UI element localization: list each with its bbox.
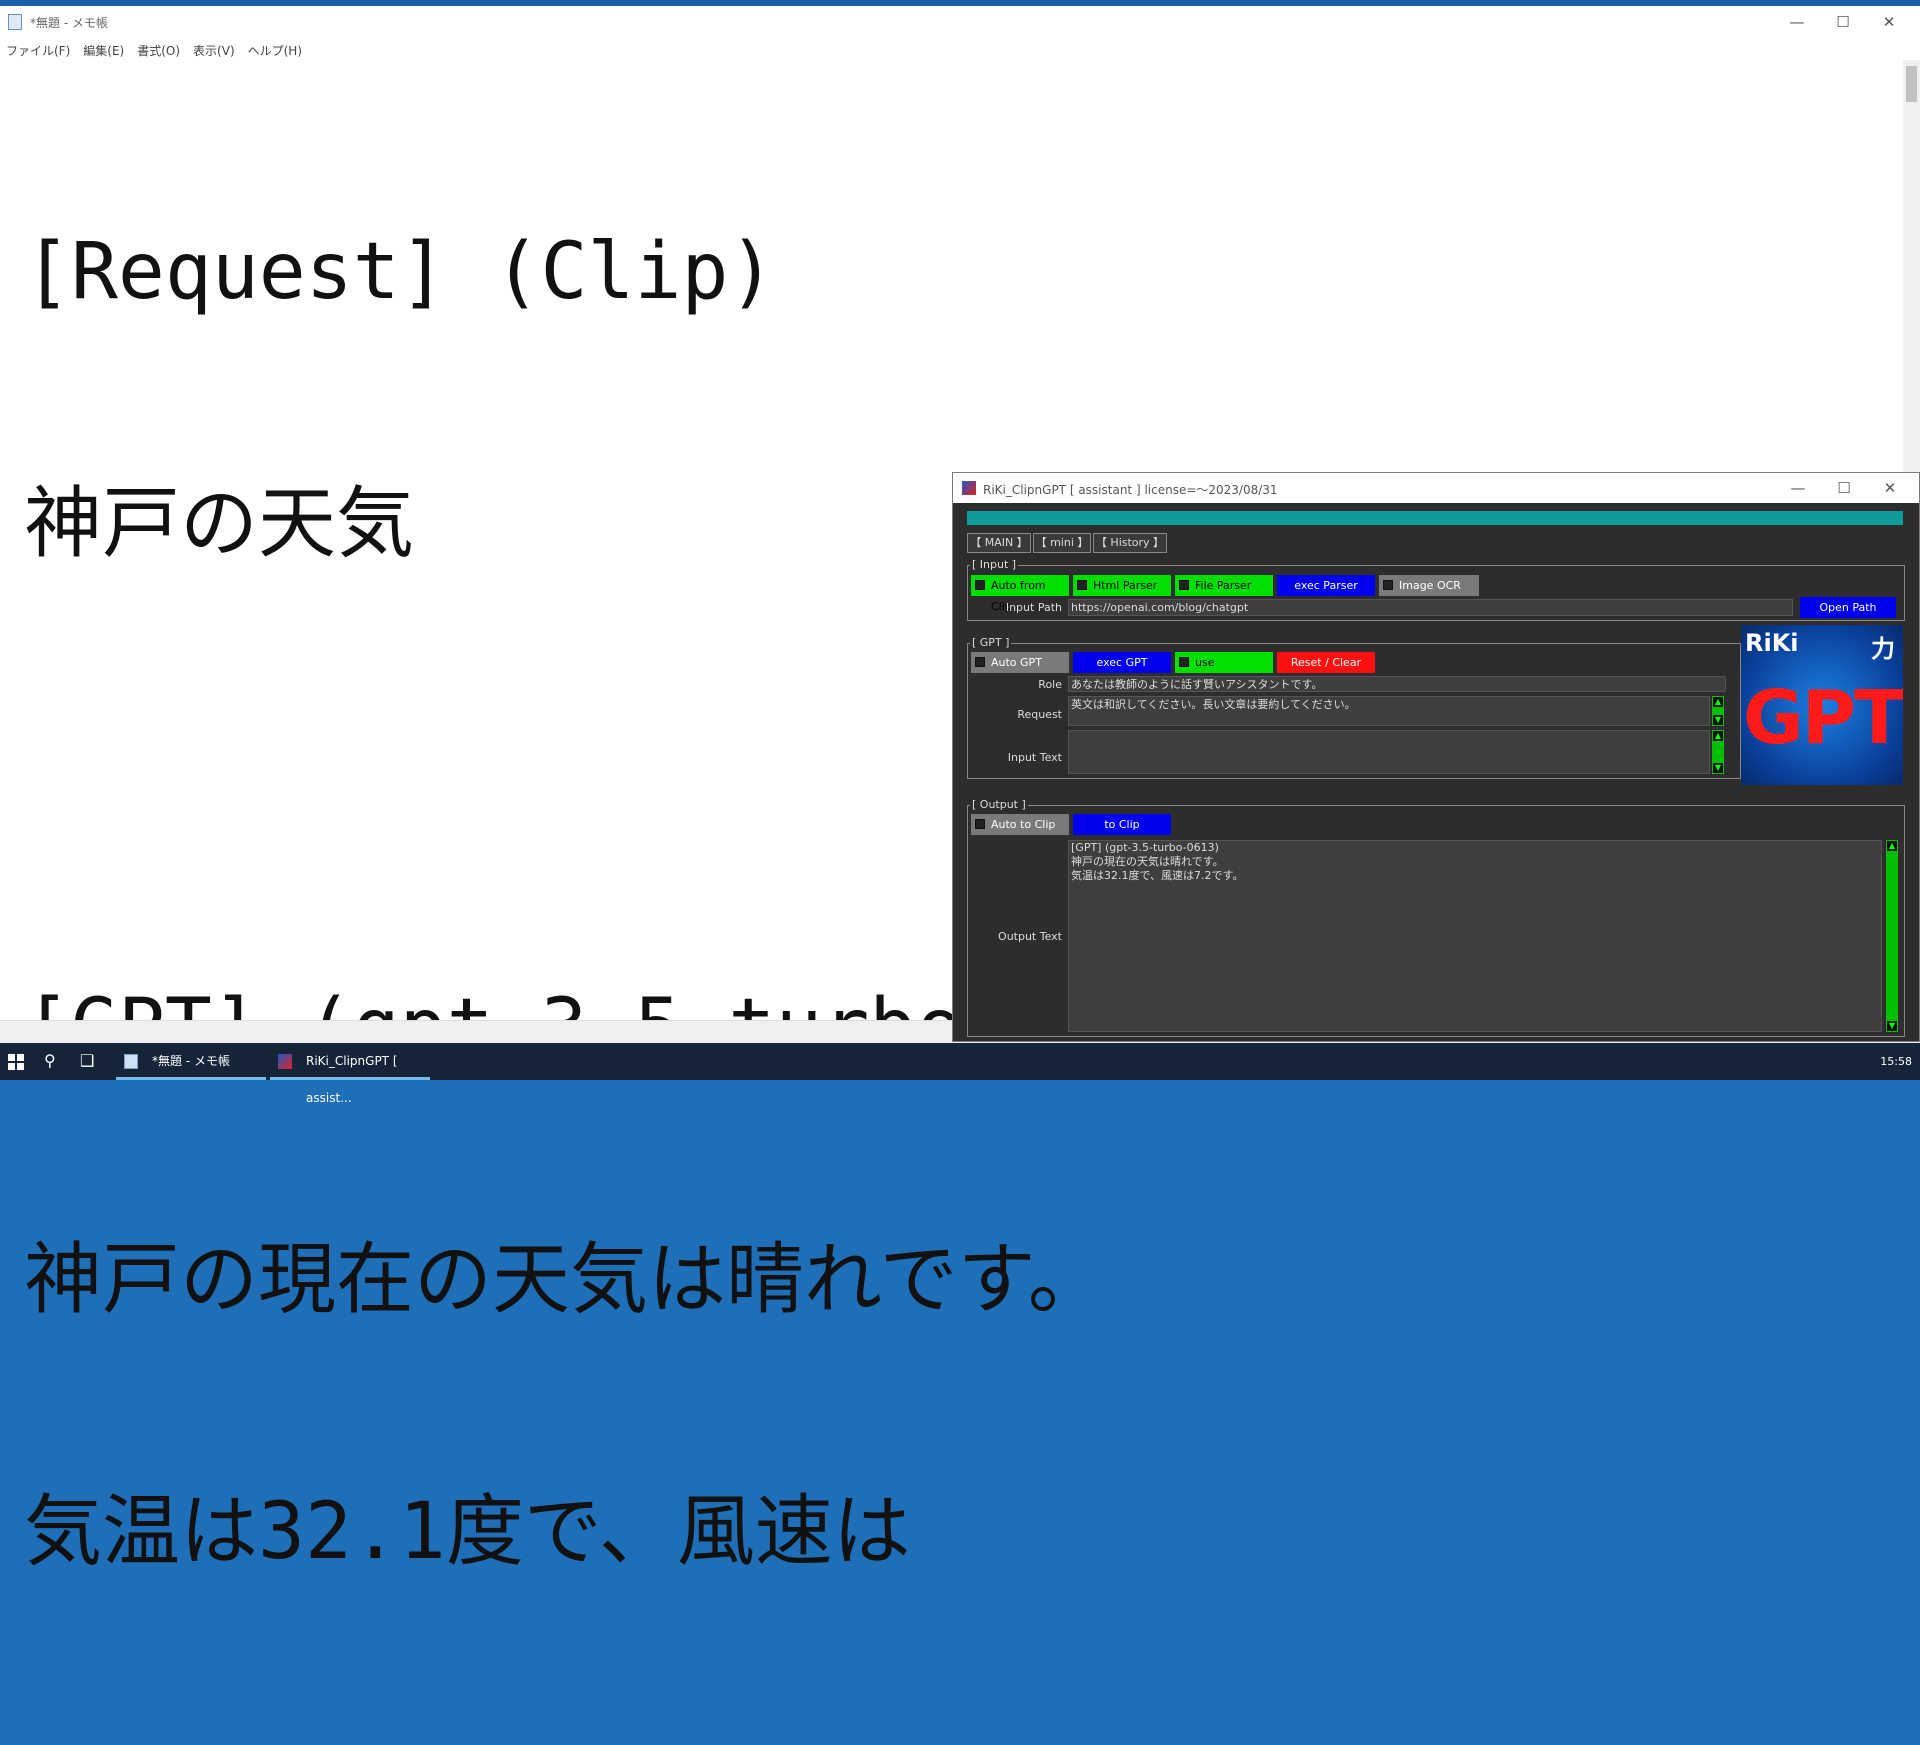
menu-help[interactable]: ヘルプ(H) (242, 38, 309, 60)
scroll-up-icon[interactable]: ▲ (1887, 841, 1897, 851)
notepad-title: *無題 - メモ帳 (30, 16, 108, 30)
output-text-scrollbar[interactable]: ▲ ▼ (1886, 840, 1898, 1032)
output-text-label: Output Text (998, 930, 1062, 943)
checkbox-icon (1383, 580, 1393, 590)
text-line: 気温は32.1度で、風速は (24, 1487, 911, 1577)
status-banner (967, 511, 1903, 525)
tab-mini[interactable]: 【 mini 】 (1033, 533, 1091, 553)
output-group-label: [ Output ] (970, 798, 1028, 811)
exec-gpt-button[interactable]: exec GPT (1073, 652, 1171, 673)
task-view-icon[interactable]: ❑ (80, 1051, 94, 1070)
input-path-label: Input Path (1005, 601, 1062, 614)
input-text-label: Input Text (1007, 751, 1062, 764)
riki-clipngpt-window: RiKi_ClipnGPT [ assistant ] license=～202… (952, 472, 1920, 1042)
riki-minimize-button[interactable]: — (1775, 473, 1821, 503)
riki-app-icon (962, 481, 976, 495)
scroll-up-icon[interactable]: ▲ (1713, 697, 1723, 707)
scroll-thumb[interactable] (1906, 66, 1917, 102)
windows-start-icon[interactable] (8, 1054, 24, 1070)
tab-main[interactable]: 【 MAIN 】 (967, 533, 1031, 553)
input-text-field[interactable] (1068, 730, 1710, 774)
close-button[interactable]: ✕ (1866, 6, 1912, 38)
scroll-down-icon[interactable]: ▼ (1713, 715, 1723, 725)
notepad-menubar: ファイル(F) 編集(E) 書式(O) 表示(V) ヘルプ(H) (0, 38, 309, 60)
menu-view[interactable]: 表示(V) (187, 38, 242, 60)
checkbox-icon (1179, 580, 1189, 590)
reset-clear-button[interactable]: Reset / Clear (1277, 652, 1375, 673)
riki-taskbar-icon (278, 1054, 292, 1069)
menu-format[interactable]: 書式(O) (131, 38, 187, 60)
request-scrollbar[interactable]: ▲ ▼ (1712, 696, 1724, 726)
request-label: Request (1017, 708, 1062, 721)
logo-kanji-text: 力 (1871, 635, 1895, 663)
image-ocr-checkbox[interactable]: Image OCR (1379, 575, 1479, 596)
to-clip-button[interactable]: to Clip (1073, 814, 1171, 835)
notepad-icon (8, 14, 22, 30)
riki-close-button[interactable]: ✕ (1867, 473, 1913, 503)
checkbox-icon (975, 657, 985, 667)
gpt-group-label: [ GPT ] (970, 636, 1012, 649)
exec-parser-button[interactable]: exec Parser (1277, 575, 1375, 596)
logo-riki-text: RiKi (1745, 629, 1799, 657)
gpt-group: [ GPT ] Auto GPT exec GPT use Extensions… (967, 636, 1741, 779)
auto-to-clip-checkbox[interactable]: Auto to Clip (971, 814, 1069, 835)
input-group-label: [ Input ] (970, 558, 1019, 571)
riki-titlebar[interactable]: RiKi_ClipnGPT [ assistant ] license=～202… (953, 473, 1919, 503)
checkbox-icon (975, 819, 985, 829)
taskbar-app-riki[interactable]: RiKi_ClipnGPT [ assist... (270, 1043, 430, 1105)
scroll-down-icon[interactable]: ▼ (1887, 1021, 1897, 1031)
role-label: Role (1038, 678, 1062, 691)
checkbox-icon (1179, 657, 1189, 667)
search-icon[interactable]: ⚲ (44, 1051, 56, 1070)
notepad-taskbar-icon (124, 1054, 138, 1069)
scroll-down-icon[interactable]: ▼ (1713, 763, 1723, 773)
input-group: [ Input ] Auto from Clip Html Parser Fil… (967, 558, 1905, 621)
checkbox-icon (1077, 580, 1087, 590)
riki-title: RiKi_ClipnGPT [ assistant ] license=～202… (983, 483, 1278, 497)
notepad-titlebar[interactable]: *無題 - メモ帳 — ☐ ✕ (0, 6, 1920, 38)
output-group: [ Output ] Auto to Clip to Clip Output T… (967, 798, 1905, 1037)
text-line: 神戸の現在の天気は晴れです。 (24, 1235, 1106, 1325)
riki-gpt-logo: RiKi 力 GPT (1741, 625, 1903, 785)
tab-history[interactable]: 【 History 】 (1093, 533, 1167, 553)
checkbox-icon (975, 580, 985, 590)
auto-from-clip-checkbox[interactable]: Auto from Clip (971, 575, 1069, 613)
maximize-button[interactable]: ☐ (1820, 6, 1866, 38)
taskbar-clock[interactable]: 15:58 (1880, 1055, 1912, 1068)
input-path-field[interactable]: https://openai.com/blog/chatgpt (1068, 599, 1793, 616)
input-text-scrollbar[interactable]: ▲ ▼ (1712, 730, 1724, 774)
html-parser-checkbox[interactable]: Html Parser (1073, 575, 1171, 596)
file-parser-checkbox[interactable]: File Parser (1175, 575, 1273, 596)
menu-edit[interactable]: 編集(E) (77, 38, 131, 60)
auto-gpt-checkbox[interactable]: Auto GPT (971, 652, 1069, 673)
output-text-field[interactable]: [GPT] (gpt-3.5-turbo-0613) 神戸の現在の天気は晴れです… (1068, 840, 1882, 1032)
menu-file[interactable]: ファイル(F) (0, 38, 77, 60)
text-line: [Request] (Clip) (24, 227, 776, 317)
use-extensions-checkbox[interactable]: use Extensions (1175, 652, 1273, 690)
logo-gpt-text: GPT (1743, 675, 1903, 761)
request-field[interactable]: 英文は和訳してください。長い文章は要約してください。 (1068, 696, 1710, 726)
scroll-up-icon[interactable]: ▲ (1713, 731, 1723, 741)
open-path-button[interactable]: Open Path (1800, 597, 1896, 618)
role-field[interactable]: あなたは教師のように話す賢いアシスタントです。 (1068, 676, 1726, 692)
riki-maximize-button[interactable]: ☐ (1821, 473, 1867, 503)
taskbar: ⚲ ❑ *無題 - メモ帳 RiKi_ClipnGPT [ assist... … (0, 1043, 1920, 1105)
minimize-button[interactable]: — (1774, 6, 1820, 38)
taskbar-app-notepad[interactable]: *無題 - メモ帳 (116, 1043, 266, 1080)
